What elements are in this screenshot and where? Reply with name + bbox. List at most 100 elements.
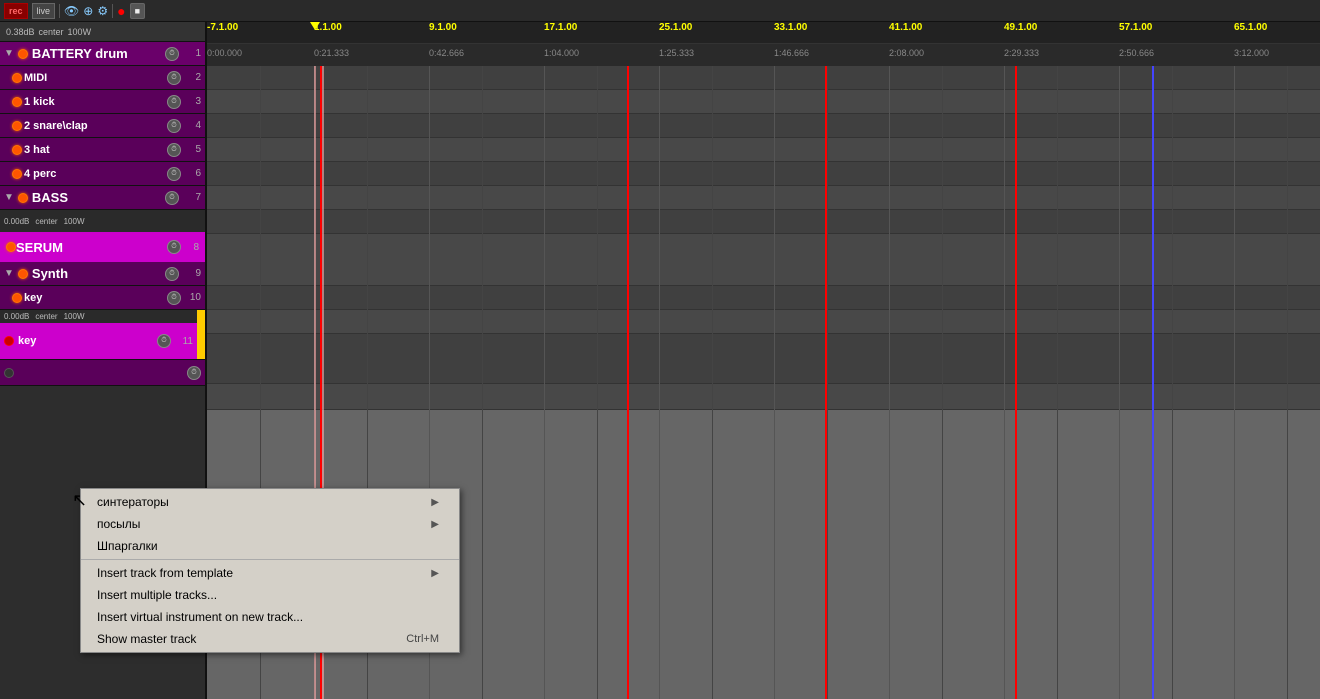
track-name-key-channel: key [18, 335, 153, 347]
menu-item-insert-multiple[interactable]: Insert multiple tracks... [81, 584, 459, 606]
tmark-8: 57.1.00 [1119, 22, 1152, 33]
key-watt-val: 100W [64, 312, 85, 321]
track-num-key-channel: 11 [175, 336, 193, 347]
track-name-hat: 3 hat [24, 144, 165, 156]
serum-vol: 0.00dB [4, 217, 29, 226]
led-battery [18, 49, 28, 59]
track-row-serum[interactable]: 0.00dB center 100W SERUM ⏱ 8 [0, 210, 205, 262]
vline-3 [544, 66, 545, 699]
track-row-empty[interactable]: ⏱ [0, 360, 205, 386]
subdiv-8 [1172, 66, 1173, 699]
menu-item-shpargalki[interactable]: Шпаргалки [81, 535, 459, 557]
master-vol-bar: 0.38dB center 100W [0, 22, 205, 42]
live-button[interactable]: live [32, 3, 56, 19]
track-row-key-sub[interactable]: key ⏱ 10 [0, 286, 205, 310]
track-name-snare: 2 snare\clap [24, 120, 165, 132]
track-row-midi[interactable]: MIDI ⏱ 2 [0, 66, 205, 90]
stop-button[interactable]: ■ [130, 3, 145, 19]
track-num-hat: 5 [183, 144, 201, 155]
vline-9 [1234, 66, 1235, 699]
menu-label-shpargalki: Шпаргалки [97, 539, 158, 553]
submenu-arrow-posily: ▶ [431, 519, 439, 530]
rec-button[interactable]: rec [4, 3, 28, 19]
serum-pan: center [35, 217, 57, 226]
vline-6 [889, 66, 890, 699]
track-name-serum: SERUM [16, 240, 167, 255]
track-row-snare[interactable]: 2 snare\clap ⏱ 4 [0, 114, 205, 138]
track-row-hat[interactable]: 3 hat ⏱ 5 [0, 138, 205, 162]
cursor-icon: ⊕ [83, 4, 93, 18]
serum-body[interactable]: SERUM ⏱ 8 [0, 232, 205, 262]
master-watt-value: 100W [68, 27, 92, 37]
tmark-5: 33.1.00 [774, 22, 807, 33]
playhead-red-3 [825, 66, 827, 699]
collapse-arrow-synth: ▼ [4, 268, 14, 279]
menu-item-insert-virtual[interactable]: Insert virtual instrument on new track..… [81, 606, 459, 628]
menu-label-posily: посылы [97, 517, 140, 531]
timeline-bottom: 0:00.000 0:21.333 0:42.666 1:04.000 1:25… [207, 44, 1320, 66]
tmark-6: 41.1.00 [889, 22, 922, 33]
key-vol-bar: 0.00dB center 100W [0, 310, 197, 323]
subdiv-4 [712, 66, 713, 699]
clock-perc: ⏱ [167, 167, 181, 181]
record-dot: ● [117, 3, 125, 19]
track-num-battery: 1 [183, 48, 201, 59]
led-perc [12, 169, 22, 179]
subdiv-2 [482, 66, 483, 699]
subdiv-3 [597, 66, 598, 699]
playhead-blue-1 [1152, 66, 1154, 699]
subdiv-9 [1287, 66, 1288, 699]
tsub-4: 1:25.333 [659, 48, 694, 58]
master-pan-value: center [39, 27, 64, 37]
menu-label-show-master: Show master track [97, 632, 196, 646]
key-yellow-stripe [197, 310, 205, 359]
led-snare [12, 121, 22, 131]
track-num-midi: 2 [183, 72, 201, 83]
timeline: -7.1.00 1.1.00 9.1.00 17.1.00 25.1.00 33… [207, 22, 1320, 66]
submenu-arrow-sintry: ▶ [431, 497, 439, 508]
tsub-3: 1:04.000 [544, 48, 579, 58]
track-row-bass[interactable]: ▼ BASS ⏱ 7 [0, 186, 205, 210]
tsub-5: 1:46.666 [774, 48, 809, 58]
submenu-arrow-template: ▶ [431, 568, 439, 579]
led-midi [12, 73, 22, 83]
clock-bass: ⏱ [165, 191, 179, 205]
led-hat [12, 145, 22, 155]
track-name-perc: 4 perc [24, 168, 165, 180]
track-name-key-sub: key [24, 292, 165, 304]
tsub-9: 3:12.000 [1234, 48, 1269, 58]
timeline-top: -7.1.00 1.1.00 9.1.00 17.1.00 25.1.00 33… [207, 22, 1320, 44]
track-name-battery: BATTERY drum [32, 46, 161, 61]
clock-snare: ⏱ [167, 119, 181, 133]
tmark-9: 65.1.00 [1234, 22, 1267, 33]
track-row-synth[interactable]: ▼ Synth ⏱ 9 [0, 262, 205, 286]
track-row-battery[interactable]: ▼ BATTERY drum ⏱ 1 [0, 42, 205, 66]
clock-empty: ⏱ [187, 366, 201, 380]
track-num-serum: 8 [181, 242, 199, 253]
track-num-kick: 3 [183, 96, 201, 107]
tmark-0: -7.1.00 [207, 22, 238, 33]
track-row-key-channel[interactable]: 0.00dB center 100W key ⏱ 11 [0, 310, 205, 360]
yellow-marker [310, 22, 320, 30]
menu-item-posily[interactable]: посылы ▶ [81, 513, 459, 535]
menu-item-show-master[interactable]: Show master track Ctrl+M [81, 628, 459, 650]
track-num-bass: 7 [183, 192, 201, 203]
subdiv-5 [827, 66, 828, 699]
serum-header: 0.00dB center 100W [0, 210, 205, 232]
menu-label-insert-virtual: Insert virtual instrument on new track..… [97, 610, 303, 624]
menu-item-sintry[interactable]: синтераторы ▶ [81, 491, 459, 513]
menu-separator-1 [81, 559, 459, 560]
playhead-red-4 [1015, 66, 1017, 699]
key-pan-val: center [35, 312, 57, 321]
track-row-perc[interactable]: 4 perc ⏱ 6 [0, 162, 205, 186]
shortcut-show-master: Ctrl+M [406, 633, 439, 645]
led-key-channel [4, 336, 14, 346]
vline-5 [774, 66, 775, 699]
menu-label-sintry: синтераторы [97, 495, 169, 509]
vline-4 [659, 66, 660, 699]
menu-item-insert-template[interactable]: Insert track from template ▶ [81, 562, 459, 584]
context-menu: синтераторы ▶ посылы ▶ Шпаргалки Insert … [80, 488, 460, 653]
clock-synth: ⏱ [165, 267, 179, 281]
led-synth [18, 269, 28, 279]
track-row-kick[interactable]: 1 kick ⏱ 3 [0, 90, 205, 114]
